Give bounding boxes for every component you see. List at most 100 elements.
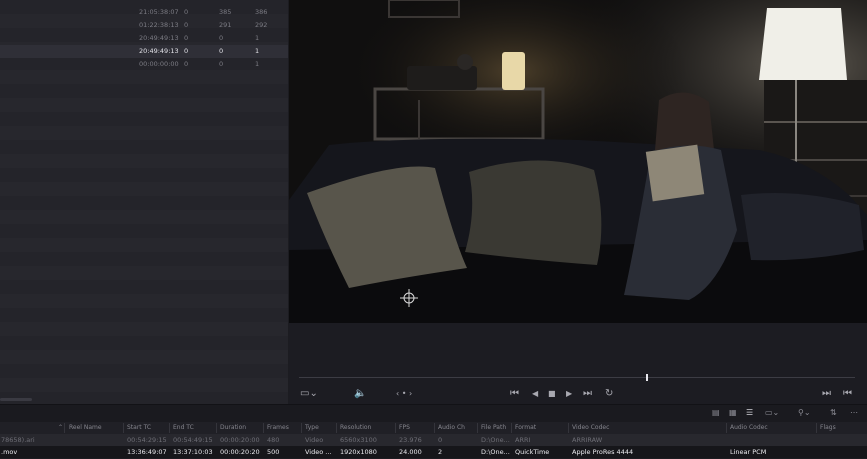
row-value-a: 0 <box>184 47 189 55</box>
col-audio-ch[interactable]: Audio Ch <box>438 422 465 434</box>
cell-format: QuickTime <box>515 448 550 456</box>
more-options-icon[interactable]: ⋯ <box>850 408 858 418</box>
column-divider[interactable] <box>726 423 727 433</box>
list-stripe <box>0 196 288 210</box>
volume-icon[interactable]: 🔈 <box>354 387 366 401</box>
cell-fps: 24.000 <box>399 448 422 456</box>
skip-back-button[interactable]: ⏮ <box>510 387 519 401</box>
viewer-controls-area <box>289 323 867 404</box>
row-value-a: 0 <box>184 60 189 68</box>
go-to-start-button[interactable]: ⏮ <box>843 387 852 401</box>
cell-audio-ch: 2 <box>438 448 443 456</box>
go-to-end-button[interactable]: ⏭ <box>822 387 831 401</box>
list-stripe <box>0 378 288 392</box>
col-video-codec[interactable]: Video Codec <box>572 422 609 434</box>
list-stripe <box>0 252 288 266</box>
clip-nav-control[interactable]: ‹ • › <box>396 387 412 401</box>
column-divider[interactable] <box>568 423 569 433</box>
column-divider[interactable] <box>511 423 512 433</box>
row-value-b: 0 <box>219 47 224 55</box>
cell-type: Video ... <box>305 448 332 456</box>
column-divider[interactable] <box>216 423 217 433</box>
column-divider[interactable] <box>336 423 337 433</box>
column-divider[interactable] <box>64 423 65 433</box>
column-divider[interactable] <box>395 423 396 433</box>
col-duration[interactable]: Duration <box>220 422 246 434</box>
row-timecode: 21:05:38:07 <box>139 8 179 16</box>
cell-resolution: 1920x1080 <box>340 448 377 456</box>
grid-view-icon[interactable]: ▦ <box>729 408 737 418</box>
skip-forward-button[interactable]: ⏭ <box>583 387 592 401</box>
column-divider[interactable] <box>123 423 124 433</box>
column-divider[interactable] <box>477 423 478 433</box>
cell-start-tc: 00:54:29:15 <box>127 436 167 444</box>
cell-start-tc: 13:36:49:07 <box>127 448 167 456</box>
list-row-selected[interactable]: 20:49:49:13 0 0 1 <box>0 45 288 58</box>
list-stripe <box>0 210 288 224</box>
row-value-c: 1 <box>255 34 260 42</box>
cell-video-codec: Apple ProRes 4444 <box>572 448 634 456</box>
list-stripe <box>0 98 288 112</box>
sort-icon[interactable]: ⇅ <box>830 408 837 418</box>
col-type[interactable]: Type <box>305 422 319 434</box>
col-start-tc[interactable]: Start TC <box>127 422 151 434</box>
list-row[interactable]: 01:22:38:13 0 291 292 <box>0 19 288 32</box>
cell-clip-name: .mov <box>1 448 18 456</box>
cell-fps: 23.976 <box>399 436 422 444</box>
col-reel-name[interactable]: Reel Name <box>69 422 102 434</box>
row-timecode: 20:49:49:13 <box>139 34 179 42</box>
row-value-b: 0 <box>219 60 224 68</box>
video-viewer[interactable] <box>289 0 867 323</box>
list-scrollbar[interactable] <box>0 398 32 401</box>
column-divider[interactable] <box>301 423 302 433</box>
table-row[interactable]: 78658).ari 00:54:29:15 00:54:49:15 00:00… <box>0 434 867 446</box>
list-stripe <box>0 84 288 98</box>
col-flags[interactable]: Flags <box>820 422 836 434</box>
row-timecode: 01:22:38:13 <box>139 21 179 29</box>
frame-size-icon[interactable]: ▭⌄ <box>765 408 779 418</box>
list-stripe <box>0 266 288 280</box>
column-divider[interactable] <box>263 423 264 433</box>
playhead-handle[interactable] <box>645 374 648 381</box>
list-stripe <box>0 336 288 350</box>
viewer-size-icon[interactable]: ▭⌄ <box>300 387 318 401</box>
column-divider[interactable] <box>169 423 170 433</box>
col-resolution[interactable]: Resolution <box>340 422 371 434</box>
col-fps[interactable]: FPS <box>399 422 410 434</box>
row-value-a: 0 <box>184 8 189 16</box>
cell-end-tc: 00:54:49:15 <box>173 436 213 444</box>
list-row[interactable]: 00:00:00:00 0 0 1 <box>0 58 288 71</box>
row-value-a: 0 <box>184 34 189 42</box>
list-row[interactable]: 20:49:49:13 0 0 1 <box>0 32 288 45</box>
col-end-tc[interactable]: End TC <box>173 422 194 434</box>
column-divider[interactable] <box>816 423 817 433</box>
timeline-scrubber[interactable] <box>299 377 855 378</box>
thumbnail-view-icon[interactable]: ▤ <box>712 408 720 418</box>
table-row-selected[interactable]: .mov 13:36:49:07 13:37:10:03 00:00:20:20… <box>0 446 867 458</box>
play-button[interactable]: ▶ <box>566 387 572 401</box>
cell-audio-ch: 0 <box>438 436 443 444</box>
step-back-button[interactable]: ◀ <box>532 387 538 401</box>
list-row[interactable]: 21:05:38:07 0 385 386 <box>0 6 288 19</box>
row-value-a: 0 <box>184 21 189 29</box>
loop-button[interactable]: ↻ <box>605 387 613 401</box>
list-view-icon[interactable]: ☰ <box>746 408 753 418</box>
viewer-frame-image <box>289 0 867 323</box>
stop-button[interactable]: ■ <box>548 387 556 401</box>
column-divider[interactable] <box>434 423 435 433</box>
cell-clip-name: 78658).ari <box>1 436 35 444</box>
search-icon[interactable]: ⚲⌄ <box>798 408 811 418</box>
row-value-c: 292 <box>255 21 268 29</box>
col-file-path[interactable]: File Path <box>481 422 506 434</box>
row-value-b: 291 <box>219 21 232 29</box>
col-frames[interactable]: Frames <box>267 422 289 434</box>
list-stripe <box>0 392 288 404</box>
col-audio-codec[interactable]: Audio Codec <box>730 422 768 434</box>
cell-resolution: 6560x3100 <box>340 436 377 444</box>
list-stripe <box>0 322 288 336</box>
col-format[interactable]: Format <box>515 422 536 434</box>
sort-arrow-icon: ⌃ <box>58 424 64 431</box>
media-list-panel: 21:05:38:07 0 385 386 01:22:38:13 0 291 … <box>0 0 288 404</box>
list-stripe <box>0 280 288 294</box>
list-stripe <box>0 364 288 378</box>
